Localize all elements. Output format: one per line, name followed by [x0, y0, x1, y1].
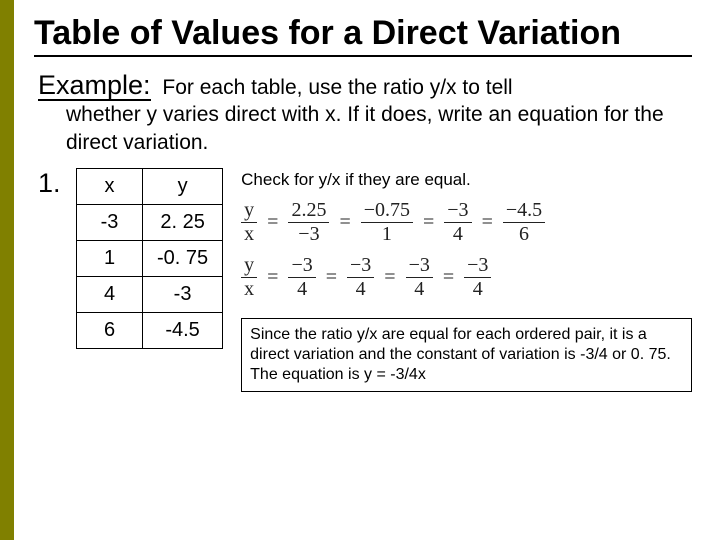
accent-bar — [0, 0, 14, 540]
fraction-den: 4 — [411, 279, 427, 300]
example-label: Example: — [38, 71, 151, 101]
fraction-num: −3 — [444, 200, 471, 221]
equals-sign: = — [382, 266, 397, 289]
table-header-y: y — [143, 169, 223, 205]
problem-area: 1. x y -3 2. 25 1 -0. 75 4 -3 — [34, 168, 692, 392]
fraction-num: y — [241, 200, 257, 221]
fraction-num: −3 — [406, 255, 433, 276]
equals-sign: = — [337, 211, 352, 234]
equation-block: y x = 2.25 −3 = −0.75 1 — [241, 200, 692, 300]
slide-title: Table of Values for a Direct Variation — [34, 14, 692, 57]
example-text-first: For each table, use the ratio y/x to tel… — [162, 76, 512, 99]
fraction-num: −3 — [347, 255, 374, 276]
table-row: 4 -3 — [77, 277, 223, 313]
fraction-num: −4.5 — [503, 200, 545, 221]
table-cell-x: -3 — [77, 205, 143, 241]
table-cell-x: 4 — [77, 277, 143, 313]
table-cell-y: -3 — [143, 277, 223, 313]
fraction: y x — [241, 200, 257, 245]
fraction: −3 4 — [288, 255, 315, 300]
equation-row-1: y x = 2.25 −3 = −0.75 1 — [241, 200, 692, 245]
fraction-num: −0.75 — [361, 200, 413, 221]
conclusion-box: Since the ratio y/x are equal for each o… — [241, 318, 692, 392]
fraction-den: x — [241, 279, 257, 300]
equation-row-2: y x = −3 4 = −3 4 — [241, 255, 692, 300]
fraction: −3 4 — [406, 255, 433, 300]
fraction: −3 4 — [444, 200, 471, 245]
fraction: y x — [241, 255, 257, 300]
fraction-den: 1 — [379, 224, 395, 245]
equals-sign: = — [441, 266, 456, 289]
values-table-wrap: x y -3 2. 25 1 -0. 75 4 -3 6 -4.5 — [76, 168, 223, 349]
table-cell-y: -4.5 — [143, 313, 223, 349]
example-text-rest: whether y varies direct with x. If it do… — [38, 101, 692, 156]
fraction-num: −3 — [464, 255, 491, 276]
table-cell-x: 1 — [77, 241, 143, 277]
table-header-x: x — [77, 169, 143, 205]
fraction-num: −3 — [288, 255, 315, 276]
slide-content: Table of Values for a Direct Variation E… — [0, 0, 720, 406]
example-paragraph: Example: For each table, use the ratio y… — [34, 71, 692, 156]
explanation-column: Check for y/x if they are equal. y x = 2… — [235, 168, 692, 392]
fraction-den: 4 — [450, 224, 466, 245]
fraction-num: y — [241, 255, 257, 276]
equals-sign: = — [265, 211, 280, 234]
check-instruction: Check for y/x if they are equal. — [241, 170, 692, 190]
table-row: x y — [77, 169, 223, 205]
fraction-den: 4 — [294, 279, 310, 300]
table-cell-y: 2. 25 — [143, 205, 223, 241]
fraction-den: 6 — [516, 224, 532, 245]
table-cell-y: -0. 75 — [143, 241, 223, 277]
fraction: 2.25 −3 — [288, 200, 329, 245]
fraction: −4.5 6 — [503, 200, 545, 245]
equals-sign: = — [480, 211, 495, 234]
fraction: −0.75 1 — [361, 200, 413, 245]
values-table: x y -3 2. 25 1 -0. 75 4 -3 6 -4.5 — [76, 168, 223, 349]
fraction: −3 4 — [464, 255, 491, 300]
fraction-den: −3 — [295, 224, 322, 245]
fraction-den: 4 — [470, 279, 486, 300]
equals-sign: = — [421, 211, 436, 234]
table-cell-x: 6 — [77, 313, 143, 349]
table-row: 1 -0. 75 — [77, 241, 223, 277]
table-row: 6 -4.5 — [77, 313, 223, 349]
equals-sign: = — [324, 266, 339, 289]
fraction-den: 4 — [353, 279, 369, 300]
table-row: -3 2. 25 — [77, 205, 223, 241]
fraction-num: 2.25 — [288, 200, 329, 221]
problem-number: 1. — [38, 168, 64, 199]
equals-sign: = — [265, 266, 280, 289]
fraction-den: x — [241, 224, 257, 245]
fraction: −3 4 — [347, 255, 374, 300]
